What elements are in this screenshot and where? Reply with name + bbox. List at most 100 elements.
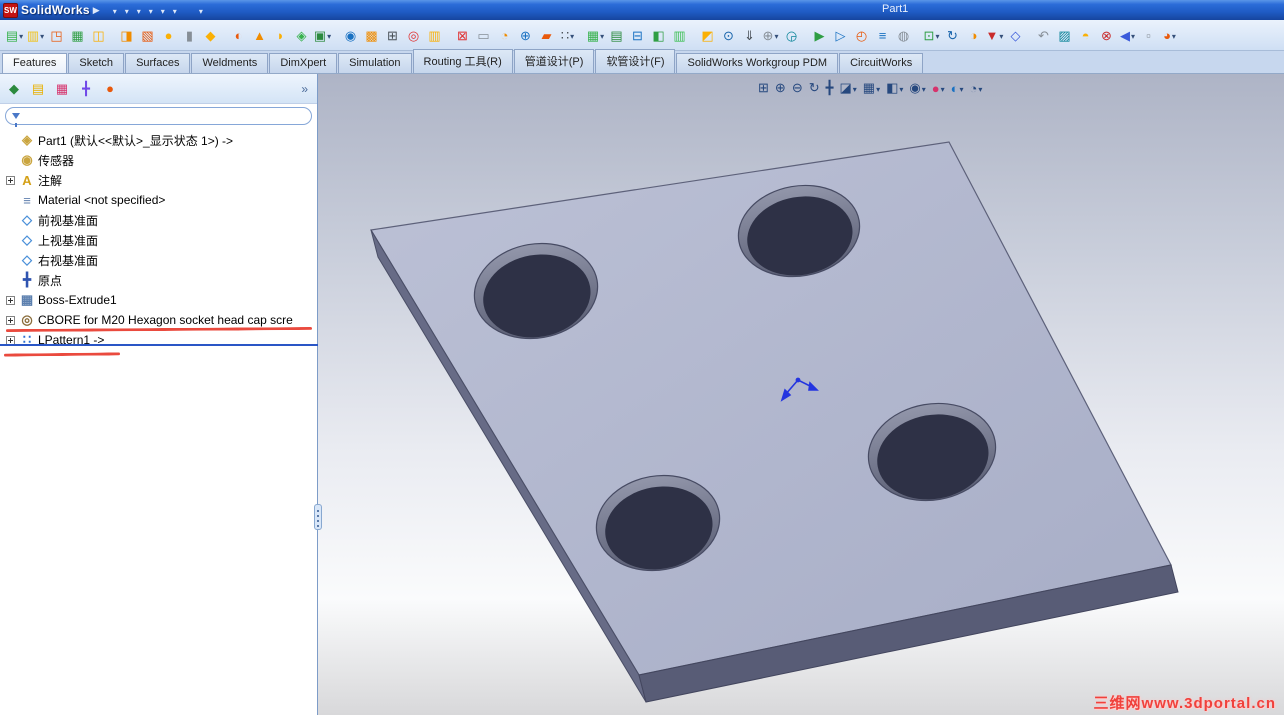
command-tab[interactable]: Surfaces	[125, 53, 191, 73]
dropdown-caret-icon[interactable]	[898, 81, 903, 95]
toolbar2-icon[interactable]: ◍	[893, 25, 914, 46]
toolbar2-icon[interactable]: ↻	[942, 25, 963, 46]
toolbar2-icon[interactable]: ▦	[585, 25, 606, 46]
expand-toggle[interactable]	[6, 175, 15, 185]
toolbar2-icon[interactable]: ◈	[291, 25, 312, 46]
dropdown-caret-icon[interactable]	[18, 28, 23, 42]
dropdown-caret-icon[interactable]	[934, 28, 939, 42]
undo-icon[interactable]	[158, 2, 167, 18]
toolbar2-icon[interactable]: ▫	[1138, 25, 1159, 46]
displaymanager-tab-icon[interactable]: ●	[101, 80, 119, 98]
options-icon[interactable]	[196, 2, 205, 18]
toolbar2-icon[interactable]: ▨	[1054, 25, 1075, 46]
part-3d-view[interactable]	[318, 74, 1283, 715]
toolbar2-icon[interactable]: ▼	[984, 25, 1005, 46]
toolbar2-icon[interactable]: ◕	[1159, 25, 1180, 46]
tree-item[interactable]: ≡ Material <not specified>	[0, 190, 317, 210]
toolbar2-icon[interactable]: ▤	[606, 25, 627, 46]
command-tab[interactable]: Features	[2, 53, 68, 73]
command-tab[interactable]: Routing 工具(R)	[412, 49, 513, 73]
toolbar2-icon[interactable]: ∷	[557, 25, 578, 46]
display-style-icon[interactable]: ◧	[884, 79, 905, 97]
zoom-to-area-icon[interactable]: ⊕	[773, 79, 788, 97]
toolbar2-icon[interactable]: ▥	[25, 25, 46, 46]
toolbar2-icon[interactable]: ◇	[1005, 25, 1026, 46]
toolbar2-icon[interactable]: ▲	[249, 25, 270, 46]
command-tab[interactable]: CircuitWorks	[839, 53, 924, 73]
dropdown-caret-icon[interactable]	[326, 28, 331, 42]
panel-overflow-chevron[interactable]: »	[301, 82, 312, 96]
toolbar2-icon[interactable]: ▥	[424, 25, 445, 46]
dropdown-caret-icon[interactable]	[569, 28, 574, 42]
apply-scene-icon[interactable]: ◐	[949, 80, 966, 97]
propertymanager-tab-icon[interactable]: ▤	[29, 80, 47, 98]
tree-item-part-root[interactable]: ◈ Part1 (默认<<默认>_显示状态 1>) ->	[0, 130, 317, 150]
toolbar2-icon[interactable]: ▥	[669, 25, 690, 46]
toolbar2-icon[interactable]: ⊙	[718, 25, 739, 46]
dropdown-caret-icon[interactable]	[875, 81, 880, 95]
toolbar2-icon[interactable]: ≡	[872, 25, 893, 46]
file-properties-icon[interactable]	[189, 9, 193, 11]
dropdown-caret-icon[interactable]	[958, 81, 963, 95]
dropdown-caret-icon[interactable]	[1171, 28, 1176, 42]
toolbar2-icon[interactable]: ▷	[830, 25, 851, 46]
tree-item[interactable]: ◇ 右视基准面	[0, 250, 317, 270]
toolbar2-icon[interactable]: ●	[158, 25, 179, 46]
toolbar2-icon[interactable]: ◐	[228, 25, 249, 46]
command-tab[interactable]: 管道设计(P)	[513, 49, 595, 73]
toolbar2-icon[interactable]: ◎	[403, 25, 424, 46]
toolbar2-icon[interactable]: ⊠	[452, 25, 473, 46]
edit-appearance-icon[interactable]: ●	[930, 80, 947, 97]
toolbar2-icon[interactable]: ◗	[270, 25, 291, 46]
toolbar2-icon[interactable]: ▦	[67, 25, 88, 46]
select-cursor-icon[interactable]	[170, 2, 179, 18]
rollback-bar[interactable]	[0, 344, 318, 346]
tree-item[interactable]: ▦ Boss-Extrude1	[0, 290, 317, 310]
toolbar2-icon[interactable]: ▭	[473, 25, 494, 46]
view-settings-icon[interactable]: ◔	[968, 80, 985, 97]
toolbar2-icon[interactable]: ▧	[137, 25, 158, 46]
toolbar2-icon[interactable]: ◨	[116, 25, 137, 46]
dropdown-caret-icon[interactable]	[160, 3, 165, 17]
toolbar2-icon[interactable]: ◫	[88, 25, 109, 46]
configurationmanager-tab-icon[interactable]: ▦	[53, 80, 71, 98]
command-tab[interactable]: SolidWorks Workgroup PDM	[676, 53, 839, 73]
dropdown-caret-icon[interactable]	[599, 28, 604, 42]
toolbar2-icon[interactable]: ◆	[200, 25, 221, 46]
dropdown-caret-icon[interactable]	[998, 28, 1003, 42]
toolbar2-icon[interactable]: ◳	[46, 25, 67, 46]
featuremanager-tab-icon[interactable]: ◆	[5, 80, 23, 98]
toolbar2-icon[interactable]: ◶	[781, 25, 802, 46]
dropdown-caret-icon[interactable]	[977, 81, 982, 95]
tree-item[interactable]: ∷ LPattern1 ->	[0, 330, 317, 350]
rotate-view-icon[interactable]: ↻	[807, 79, 822, 97]
rebuild-icon[interactable]	[182, 9, 186, 11]
toolbar2-icon[interactable]: ▮	[179, 25, 200, 46]
tree-item[interactable]: ◇ 前视基准面	[0, 210, 317, 230]
feature-filter-input[interactable]	[25, 110, 305, 122]
toolbar2-icon[interactable]: ⊞	[382, 25, 403, 46]
toolbar2-icon[interactable]: ▶	[809, 25, 830, 46]
dimxpertmanager-tab-icon[interactable]: ╋	[77, 80, 95, 98]
dropdown-caret-icon[interactable]	[124, 3, 129, 17]
dropdown-caret-icon[interactable]	[198, 3, 203, 17]
dropdown-caret-icon[interactable]	[112, 3, 117, 17]
toolbar2-icon[interactable]: ◉	[340, 25, 361, 46]
dropdown-caret-icon[interactable]	[39, 28, 44, 42]
toolbar2-icon[interactable]: ↶	[1033, 25, 1054, 46]
toolbar2-icon[interactable]: ⇓	[739, 25, 760, 46]
toolbar2-icon[interactable]: ◔	[494, 25, 515, 46]
dropdown-caret-icon[interactable]	[921, 81, 926, 95]
print-icon[interactable]	[146, 2, 155, 18]
command-tab[interactable]: 软管设计(F)	[595, 49, 676, 73]
dropdown-caret-icon[interactable]	[852, 81, 857, 95]
toolbar2-icon[interactable]: ⊕	[515, 25, 536, 46]
command-tab[interactable]: DimXpert	[269, 53, 338, 73]
pan-icon[interactable]: ╋	[824, 79, 836, 97]
toolbar2-icon[interactable]: ▩	[361, 25, 382, 46]
toolbar2-icon[interactable]: ◴	[851, 25, 872, 46]
panel-splitter-handle[interactable]	[314, 504, 322, 530]
tree-item[interactable]: ╋ 原点	[0, 270, 317, 290]
tree-item[interactable]: A 注解	[0, 170, 317, 190]
new-document-icon[interactable]	[110, 2, 119, 18]
